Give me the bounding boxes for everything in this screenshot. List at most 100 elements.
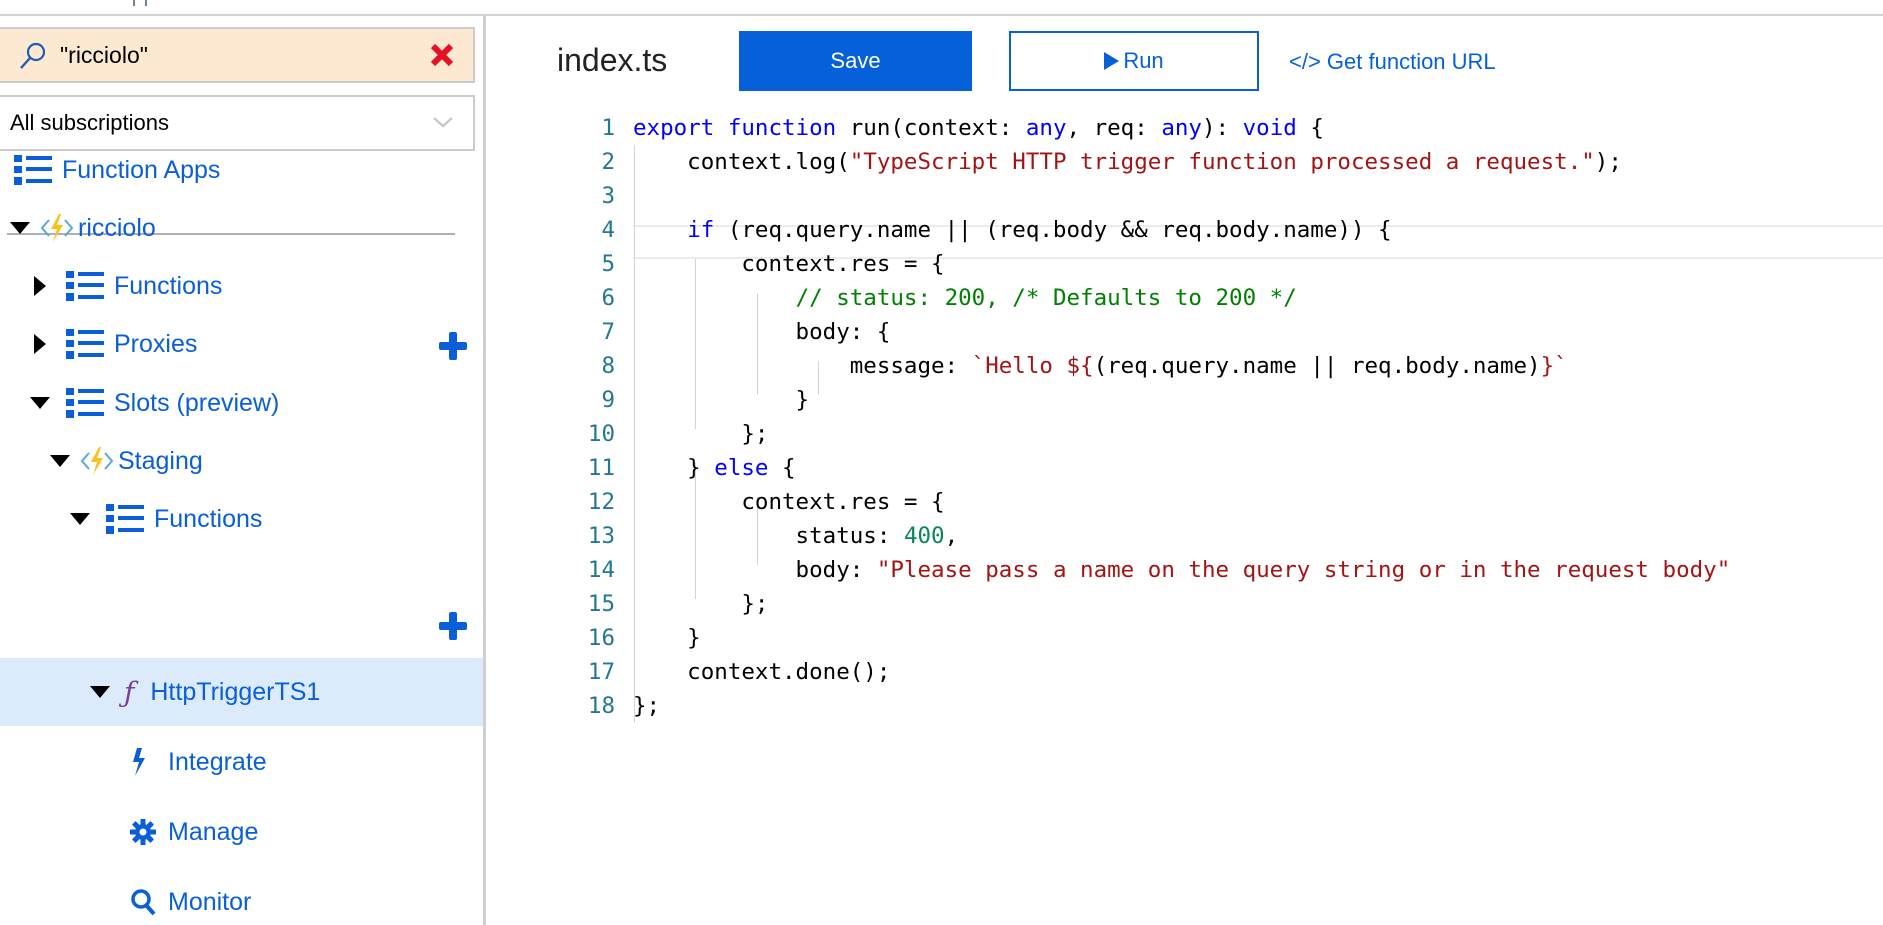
code-text: context.res = { [633,251,945,277]
code-line[interactable]: 13 status: 400, [489,519,1883,553]
line-number: 12 [587,489,615,515]
code-text: }; [633,591,769,617]
code-line[interactable]: 14 body: "Please pass a name on the quer… [489,553,1883,587]
function-app-icon [40,214,74,242]
line-number: 5 [601,251,615,277]
code-text: body: { [633,319,891,345]
list-icon [66,327,104,361]
tree-item-manage[interactable]: Manage [130,812,258,852]
code-line[interactable]: 4 if (req.query.name || (req.body && req… [489,213,1883,247]
gear-icon [130,819,156,845]
code-text: export function run(context: any, req: a… [633,115,1324,141]
list-icon [106,502,144,536]
line-number: 2 [601,149,615,175]
tree-item-ricciolo[interactable]: ricciolo [10,208,156,248]
subscription-dropdown-value: All subscriptions [10,110,169,135]
code-text: status: 400, [633,523,959,549]
code-text: body: "Please pass a name on the query s… [633,557,1731,583]
code-line[interactable]: 8 message: `Hello ${(req.query.name || r… [489,349,1883,383]
code-text: if (req.query.name || (req.body && req.b… [687,217,1392,243]
code-line[interactable]: 16 } [489,621,1883,655]
collapse-caret-icon[interactable] [50,455,70,467]
expand-caret-icon[interactable] [34,276,46,296]
collapse-caret-icon[interactable] [10,222,30,234]
line-number: 8 [601,353,615,379]
code-line[interactable]: 2 context.log("TypeScript HTTP trigger f… [489,145,1883,179]
list-icon [66,386,104,420]
tree-item-label: Staging [118,446,203,475]
code-text: // status: 200, /* Defaults to 200 */ [795,285,1297,311]
function-icon: ƒ [124,675,135,709]
add-staging-function-button[interactable] [439,612,467,640]
collapse-caret-icon[interactable] [70,513,90,525]
line-number: 7 [601,319,615,345]
search-icon [131,889,156,916]
tree-item-label: Functions [154,504,263,533]
tree-root-function-apps[interactable]: Function Apps [14,150,220,190]
line-number: 6 [601,285,615,311]
code-text: } else { [633,455,796,481]
clear-search-icon[interactable] [428,41,456,69]
top-fragment [133,0,147,6]
line-number: 9 [601,387,615,413]
code-text: context.res = { [633,489,945,515]
code-line[interactable]: 17 context.done(); [489,655,1883,689]
code-line[interactable]: 11 } else { [489,451,1883,485]
code-line[interactable]: 7 body: { [489,315,1883,349]
line-number: 18 [587,693,615,719]
code-text: message: `Hello ${(req.query.name || req… [633,353,1568,379]
line-number: 3 [601,183,615,209]
code-text: }; [633,693,661,719]
code-line[interactable]: 9 } [489,383,1883,417]
run-button[interactable]: Run [1009,31,1259,91]
code-editor[interactable]: 1 export function run(context: any, req: … [489,111,1883,751]
line-number: 11 [587,455,615,481]
tree-item-label: Monitor [168,887,252,916]
code-line[interactable]: 3 [489,179,1883,213]
lightning-icon [133,748,145,776]
line-number: 10 [587,421,615,447]
tree-item-proxies[interactable]: Proxies [34,324,197,364]
subscription-dropdown[interactable]: All subscriptions [0,95,475,151]
line-number: 15 [587,591,615,617]
tree-item-label: ricciolo [78,213,156,242]
list-icon [14,153,52,187]
tree-item-functions[interactable]: Functions [34,266,222,306]
save-button[interactable]: Save [739,31,972,91]
expand-caret-icon[interactable] [34,334,46,354]
tree-item-integrate[interactable]: Integrate [130,742,267,782]
line-number: 4 [601,217,615,243]
code-line[interactable]: 12 context.res = { [489,485,1883,519]
code-text: context.done(); [633,659,891,685]
tree-root-label: Function Apps [62,155,221,184]
tree-item-httptriggerts1[interactable]: ƒ HttpTriggerTS1 [90,672,320,712]
chevron-down-icon [433,117,453,128]
add-function-button[interactable] [439,332,467,360]
code-line[interactable]: 15 }; [489,587,1883,621]
code-line[interactable]: 18}; [489,689,1883,723]
search-box[interactable] [0,27,475,83]
tree-item-label: Proxies [114,329,198,358]
code-line[interactable]: 6 // status: 200, /* Defaults to 200 */ [489,281,1883,315]
get-function-url-link[interactable]: </> Get function URL [1289,49,1496,75]
tree-item-label: Manage [168,817,259,846]
code-text: } [633,625,701,651]
run-button-label: Run [1123,48,1164,73]
line-number: 1 [601,115,615,141]
tree-item-slots[interactable]: Slots (preview) [30,383,279,423]
search-input[interactable] [60,37,420,73]
search-icon [20,42,46,69]
code-line[interactable]: 5 context.res = { [489,247,1883,281]
line-number: 17 [587,659,615,685]
collapse-caret-icon[interactable] [90,686,110,698]
code-line[interactable]: 10 }; [489,417,1883,451]
line-number: 14 [587,557,615,583]
tree-item-label: Functions [114,271,223,300]
tree-item-staging[interactable]: Staging [50,441,203,481]
tree-item-monitor[interactable]: Monitor [130,882,251,922]
tree-item-staging-functions[interactable]: Functions [70,499,262,539]
sidebar: All subscriptions Function Apps ricciolo [0,16,486,925]
collapse-caret-icon[interactable] [30,397,50,409]
code-text: context.log("TypeScript HTTP trigger fun… [633,149,1622,175]
code-line[interactable]: 1 export function run(context: any, req: … [489,111,1883,145]
